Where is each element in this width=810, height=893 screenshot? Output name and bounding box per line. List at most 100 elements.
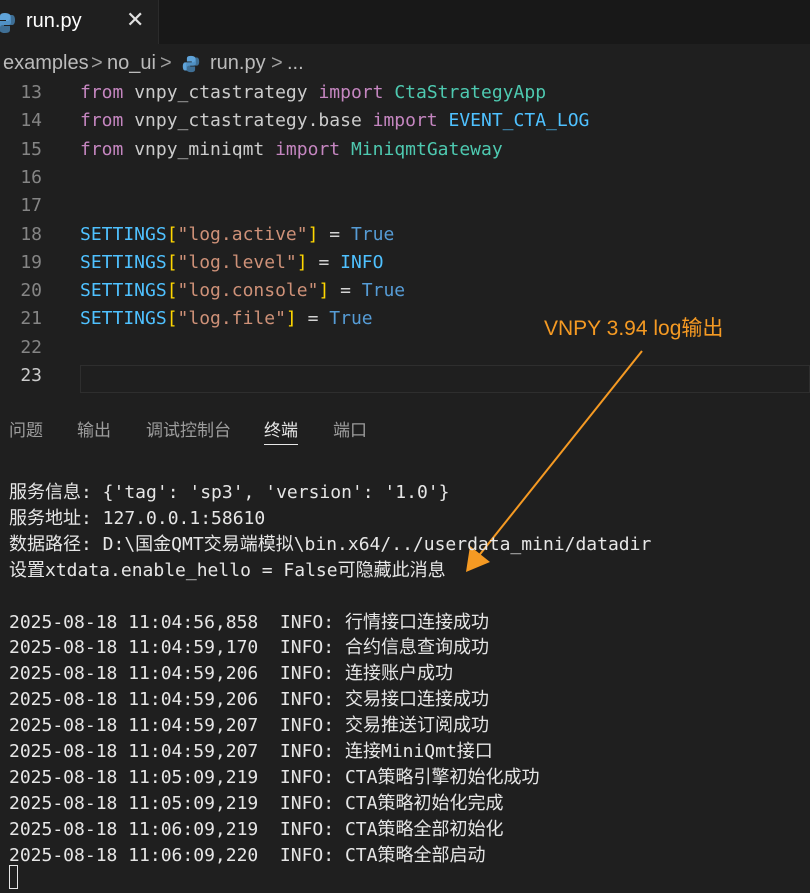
terminal-line: 2025-08-18 11:06:09,219 INFO: CTA策略全部初始化 [9, 818, 504, 840]
tab-label: run.py [26, 10, 82, 32]
code-line: 17 [0, 195, 810, 223]
line-number: 16 [20, 166, 42, 188]
annotation-label: VNPY 3.94 log输出 [544, 317, 724, 340]
code-token: [ [166, 251, 178, 273]
close-icon[interactable]: ✕ [126, 7, 144, 33]
code-token: vnpy_ctastrategy [134, 82, 308, 103]
line-number: 18 [20, 223, 42, 245]
code-token: CtaStrategyApp [394, 82, 547, 103]
breadcrumb-item-no-ui[interactable]: no_ui [107, 52, 156, 75]
tab-ports[interactable]: 端口 [333, 416, 367, 441]
code-text: SETTINGS["log.level"] = INFO [80, 252, 383, 273]
code-token: ] [285, 308, 297, 330]
breadcrumb-item-examples[interactable]: examples [3, 52, 89, 75]
code-token: SETTINGS [80, 280, 167, 302]
tab-problems[interactable]: 问题 [9, 416, 43, 441]
breadcrumb-item-ellipsis[interactable]: ... [287, 52, 304, 75]
code-line: 15 from vnpy_miniqmt import MiniqmtGatewa… [0, 139, 810, 167]
code-token: = [307, 251, 341, 273]
line-number: 14 [20, 110, 42, 132]
terminal-line: 服务信息: {'tag': 'sp3', 'version': '1.0'} [9, 482, 450, 503]
code-token: ] [296, 251, 308, 273]
code-text: SETTINGS["log.file"] = True [80, 308, 373, 329]
code-token: SETTINGS [80, 308, 167, 330]
code-editor[interactable]: 13 from vnpy_ctastrategy import CtaStrate… [0, 82, 810, 396]
editor-tab-bar: run.py ✕ [0, 0, 810, 44]
code-line: 13 from vnpy_ctastrategy import CtaStrate… [0, 82, 810, 110]
breadcrumb-separator: > [160, 52, 172, 74]
code-token: vnpy_miniqmt [134, 138, 265, 160]
code-token: from [80, 82, 124, 103]
code-token: SETTINGS [80, 251, 167, 273]
code-token: INFO [340, 251, 384, 273]
code-line: 20 SETTINGS["log.console"] = True [0, 280, 810, 308]
terminal-line: 2025-08-18 11:04:59,207 INFO: 连接MiniQmt接… [9, 741, 493, 762]
terminal-line: 服务地址: 127.0.0.1:58610 [9, 507, 266, 529]
terminal-line: 设置xtdata.enable_hello = False可隐藏此消息 [9, 559, 446, 581]
line-number: 13 [20, 82, 42, 103]
terminal-cursor [9, 865, 18, 889]
code-line: 18 SETTINGS["log.active"] = True [0, 224, 810, 252]
tab-run-py[interactable]: run.py ✕ [0, 0, 159, 44]
code-token: "log.file" [177, 308, 286, 330]
line-number: 15 [20, 138, 42, 160]
code-token: True [350, 223, 395, 245]
code-token: = [296, 308, 330, 330]
code-token: = [318, 223, 351, 245]
terminal-line: 2025-08-18 11:05:09,219 INFO: CTA策略初始化完成 [9, 792, 504, 814]
breadcrumb-item-run-py[interactable]: run.py [210, 52, 266, 75]
code-token: from [80, 110, 124, 132]
code-text: from vnpy_ctastrategy.base import EVENT_… [80, 110, 589, 131]
panel-tab-bar: 问题 输出 调试控制台 终端 端口 [0, 404, 810, 448]
terminal-line: 2025-08-18 11:04:59,206 INFO: 交易接口连接成功 [9, 689, 489, 711]
terminal-line: 2025-08-18 11:06:09,220 INFO: CTA策略全部启动 [9, 844, 486, 866]
python-icon [182, 55, 200, 79]
terminal-line: 2025-08-18 11:04:59,170 INFO: 合约信息查询成功 [9, 637, 489, 659]
line-number: 23 [20, 365, 42, 386]
breadcrumb-separator: > [271, 52, 283, 74]
code-line: 19 SETTINGS["log.level"] = INFO [0, 252, 810, 280]
code-token: import [372, 110, 438, 132]
code-line: 14 from vnpy_ctastrategy.base import EVEN… [0, 110, 810, 138]
line-number: 20 [20, 280, 42, 302]
line-number: 22 [20, 336, 42, 358]
code-token: "log.active" [177, 223, 308, 245]
code-token: ] [307, 223, 319, 245]
code-text: SETTINGS["log.console"] = True [80, 280, 405, 301]
code-token: True [329, 308, 373, 330]
terminal-line: 数据路径: D:\国金QMT交易端模拟\bin.x64/../userdata_… [9, 533, 652, 555]
line-number: 21 [20, 308, 42, 330]
terminal-line: 2025-08-18 11:05:09,219 INFO: CTA策略引擎初始化… [9, 766, 540, 788]
terminal-line: 2025-08-18 11:04:59,206 INFO: 连接账户成功 [9, 663, 453, 685]
code-token: "log.console" [177, 280, 319, 302]
breadcrumb-separator: > [91, 52, 103, 74]
line-number: 17 [20, 195, 42, 217]
code-text: from vnpy_miniqmt import MiniqmtGateway [80, 139, 503, 160]
active-tab-indicator [264, 444, 298, 445]
code-token: [ [166, 308, 178, 330]
code-line: 16 [0, 167, 810, 195]
terminal-line: 2025-08-18 11:04:59,207 INFO: 交易推送订阅成功 [9, 715, 489, 737]
python-icon [0, 12, 16, 39]
code-token: [ [166, 223, 178, 245]
tab-debug-console[interactable]: 调试控制台 [146, 416, 231, 441]
breadcrumb: examples > no_ui > run.py > ... [0, 44, 810, 84]
tab-output[interactable]: 输出 [77, 416, 111, 441]
code-token: MiniqmtGateway [350, 138, 503, 160]
code-token: True [361, 280, 406, 302]
code-token: "log.level" [177, 251, 297, 273]
code-token: vnpy_ctastrategy.base [134, 110, 362, 132]
code-line: 23 [0, 365, 810, 393]
code-token: from [80, 138, 124, 160]
tab-terminal[interactable]: 终端 [264, 416, 298, 441]
code-token: import [275, 138, 341, 160]
